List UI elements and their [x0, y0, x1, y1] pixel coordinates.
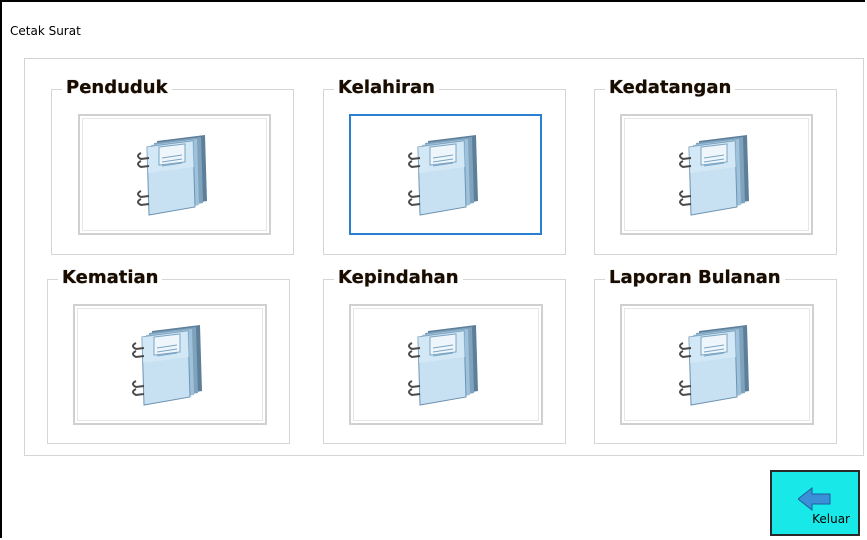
group-title-laporan-bulanan: Laporan Bulanan [605, 266, 785, 290]
exit-button-label: Keluar [812, 512, 850, 526]
print-laporan-bulanan-button[interactable] [620, 304, 814, 425]
exit-button[interactable]: Keluar [770, 470, 860, 536]
print-kepindahan-button[interactable] [349, 304, 543, 425]
print-penduduk-button[interactable] [78, 114, 271, 235]
group-title-kelahiran: Kelahiran [334, 76, 439, 100]
group-title-kedatangan: Kedatangan [605, 76, 736, 100]
group-title-penduduk: Penduduk [62, 76, 172, 100]
arrow-left-icon [798, 486, 831, 512]
print-kedatangan-button[interactable] [620, 114, 813, 235]
print-kematian-button[interactable] [73, 304, 267, 425]
print-kelahiran-button[interactable] [349, 114, 542, 235]
window-title: Cetak Surat [10, 24, 81, 38]
group-title-kepindahan: Kepindahan [334, 266, 463, 290]
group-title-kematian: Kematian [58, 266, 163, 290]
